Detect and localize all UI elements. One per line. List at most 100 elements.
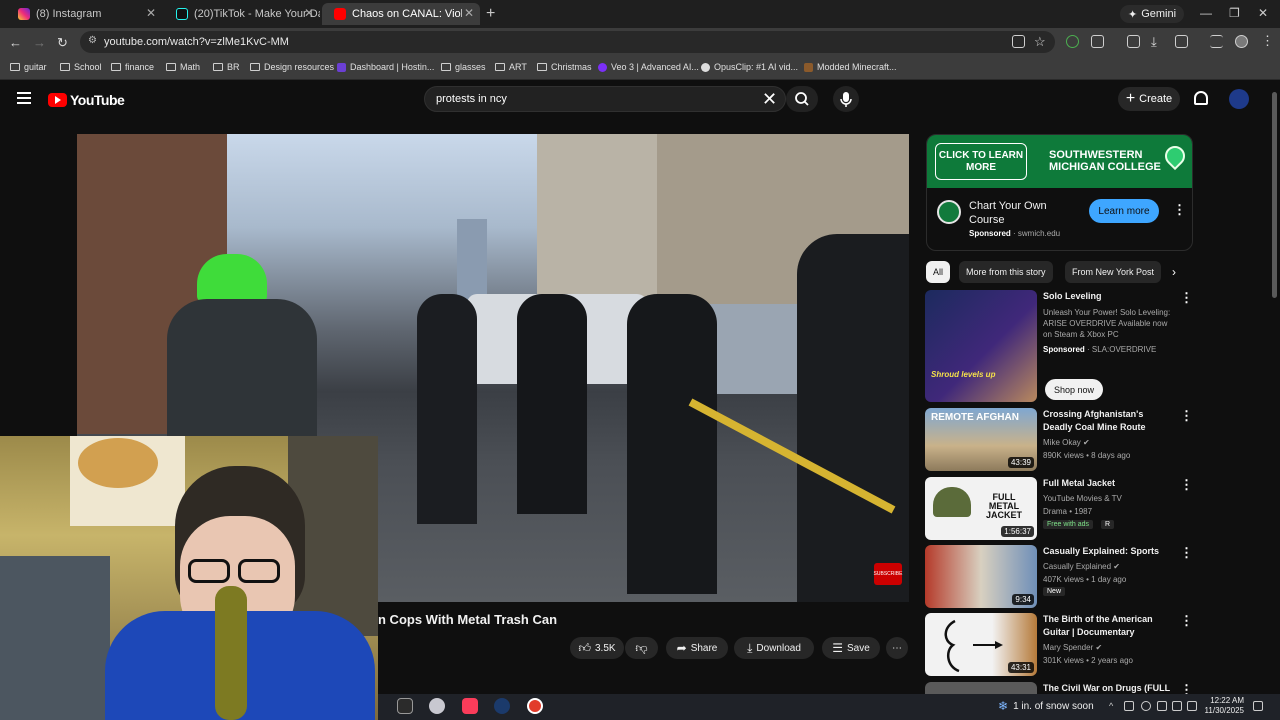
recommendation-menu-icon[interactable]: ⋮: [1180, 545, 1193, 561]
bookmark-finance[interactable]: finance: [111, 62, 154, 72]
recommendation-menu-icon[interactable]: ⋮: [1180, 477, 1193, 493]
recommendation-title[interactable]: Crossing Afghanistan's Deadly Coal Mine …: [1043, 408, 1175, 434]
minimize-icon[interactable]: —: [1200, 6, 1212, 20]
bookmark-guitar[interactable]: guitar: [10, 62, 47, 72]
tray-app-icon[interactable]: [1124, 701, 1134, 711]
favorites-icon[interactable]: [1127, 35, 1140, 48]
notifications-icon[interactable]: [1253, 701, 1263, 711]
notifications-bell-icon[interactable]: [1194, 91, 1208, 105]
chip-all[interactable]: All: [926, 261, 951, 283]
system-clock[interactable]: 12:22 AM 11/30/2025: [1200, 696, 1244, 716]
steam-icon[interactable]: [494, 698, 510, 714]
recommendation-title[interactable]: Solo Leveling: [1043, 290, 1175, 303]
weather-widget[interactable]: ❄ 1 in. of snow soon: [998, 699, 1094, 713]
address-bar[interactable]: ⚙ youtube.com/watch?v=zlMe1KvC-MM: [80, 31, 1055, 53]
recommendation-channel[interactable]: Mary Spender ✔: [1043, 642, 1175, 653]
menu-dots-icon[interactable]: ⋮: [1261, 33, 1274, 49]
youtube-logo[interactable]: YouTube: [48, 92, 125, 108]
ad-card[interactable]: CLICK TO LEARN MORE SOUTHWESTERN MICHIGA…: [926, 134, 1193, 251]
shop-now-button[interactable]: Shop now: [1045, 379, 1103, 400]
video-thumbnail[interactable]: [925, 682, 1037, 694]
ad-banner[interactable]: CLICK TO LEARN MORE SOUTHWESTERN MICHIGA…: [927, 135, 1192, 188]
close-window-icon[interactable]: ✕: [1258, 6, 1268, 20]
voice-search-button[interactable]: [833, 86, 859, 112]
forward-icon[interactable]: →: [33, 35, 46, 50]
recommendation-menu-icon[interactable]: ⋮: [1180, 682, 1190, 694]
video-thumbnail[interactable]: Shroud levels up: [925, 290, 1037, 402]
recommendation-item[interactable]: 9:34 Casually Explained: Sports Casually…: [925, 545, 1193, 608]
close-tab-icon[interactable]: ✕: [464, 6, 474, 20]
tray-app-icon[interactable]: [1141, 701, 1151, 711]
clear-search-icon[interactable]: ✕: [762, 89, 777, 110]
chevron-up-icon[interactable]: ^: [1109, 701, 1119, 711]
app-icon[interactable]: [429, 698, 445, 714]
browser-icon[interactable]: [527, 698, 543, 714]
bookmark-veo3[interactable]: Veo 3 | Advanced AI...: [598, 62, 699, 72]
volume-icon[interactable]: [1187, 701, 1197, 711]
recommendation-title[interactable]: Casually Explained: Sports: [1043, 545, 1175, 558]
bookmark-math[interactable]: Math: [166, 62, 200, 72]
recommendation-menu-icon[interactable]: ⋮: [1180, 290, 1193, 306]
learn-more-button[interactable]: Learn more: [1089, 199, 1159, 223]
bookmark-opusclip[interactable]: OpusClip: #1 AI vid...: [701, 62, 798, 72]
ad-banner-cta[interactable]: CLICK TO LEARN MORE: [935, 143, 1027, 180]
page-scrollbar[interactable]: [1272, 92, 1277, 298]
tab-tiktok[interactable]: (20)TikTok - Make Your Day ✕: [164, 3, 320, 25]
dislike-button[interactable]: 👎︎: [625, 637, 658, 659]
gemini-button[interactable]: ✦ Gemini: [1120, 5, 1185, 23]
ad-title[interactable]: Chart Your Own Course: [969, 199, 1069, 227]
recommendation-channel[interactable]: Casually Explained ✔: [1043, 561, 1175, 572]
recommendation-menu-icon[interactable]: ⋮: [1180, 613, 1193, 629]
video-thumbnail[interactable]: FULL METAL JACKET 1:56:37: [925, 477, 1037, 540]
extension-grammarly-icon[interactable]: [1066, 35, 1079, 48]
recommendation-item[interactable]: FULL METAL JACKET 1:56:37 Full Metal Jac…: [925, 477, 1193, 540]
save-button[interactable]: ☰ Save: [822, 637, 880, 659]
new-tab-button[interactable]: +: [486, 5, 495, 23]
music-icon[interactable]: [462, 698, 478, 714]
bookmark-design-resources[interactable]: Design resources: [250, 62, 334, 72]
tab-instagram[interactable]: (8) Instagram ✕: [6, 3, 162, 25]
bookmark-star-icon[interactable]: ☆: [1034, 34, 1046, 50]
download-icon[interactable]: ⤓: [1151, 34, 1157, 50]
search-input[interactable]: protests in ncy: [424, 86, 786, 112]
video-thumbnail[interactable]: REMOTE AFGHAN 43:39: [925, 408, 1037, 471]
recommendation-menu-icon[interactable]: ⋮: [1180, 408, 1193, 424]
back-icon[interactable]: ←: [9, 35, 22, 50]
chip-from-new-york-post[interactable]: From New York Post: [1065, 261, 1162, 283]
epic-games-icon[interactable]: [397, 698, 413, 714]
profile-icon[interactable]: [1235, 35, 1248, 48]
bookmark-school[interactable]: School: [60, 62, 102, 72]
bookmark-br[interactable]: BR: [213, 62, 240, 72]
subscribe-watermark[interactable]: SUBSCRIBE: [874, 563, 902, 585]
download-button[interactable]: ⤓ Download: [734, 637, 814, 659]
more-actions-button[interactable]: ⋯: [886, 637, 908, 659]
tray-app-icon[interactable]: [1157, 701, 1167, 711]
recommendation-channel[interactable]: YouTube Movies & TV: [1043, 493, 1175, 504]
chip-more-from-this-story[interactable]: More from this story: [959, 261, 1053, 283]
recommendation-title[interactable]: The Civil War on Drugs (FULL: [1043, 682, 1175, 694]
bookmark-modded-minecraft[interactable]: Modded Minecraft...: [804, 62, 897, 72]
search-button[interactable]: [786, 86, 818, 112]
bookmark-glasses[interactable]: glasses: [441, 62, 486, 72]
like-button[interactable]: 👍︎ 3.5K: [570, 637, 624, 659]
share-button[interactable]: ➦ Share: [666, 637, 728, 659]
site-info-icon[interactable]: ⚙: [88, 35, 97, 46]
close-tab-icon[interactable]: ✕: [304, 6, 314, 20]
recommendation-item[interactable]: REMOTE AFGHAN 43:39 Crossing Afghanistan…: [925, 408, 1193, 471]
tab-youtube-active[interactable]: Chaos on CANAL: Violent A ✕: [322, 3, 480, 25]
hamburger-menu-icon[interactable]: [17, 92, 31, 104]
wifi-icon[interactable]: [1172, 701, 1182, 711]
avatar[interactable]: [1229, 89, 1249, 109]
install-app-icon[interactable]: [1012, 35, 1025, 48]
maximize-icon[interactable]: ❐: [1229, 6, 1240, 20]
video-thumbnail[interactable]: 43:31: [925, 613, 1037, 676]
extensions-icon[interactable]: [1091, 35, 1104, 48]
recommendation-channel[interactable]: Mike Okay ✔: [1043, 437, 1175, 448]
bookmark-christmas[interactable]: Christmas: [537, 62, 592, 72]
bookmark-art[interactable]: ART: [495, 62, 527, 72]
recommendation-item[interactable]: 43:31 The Birth of the American Guitar |…: [925, 613, 1193, 676]
create-button[interactable]: + Create: [1118, 87, 1180, 111]
split-screen-icon[interactable]: [1175, 35, 1188, 48]
recommendation-item[interactable]: The Civil War on Drugs (FULL ⋮: [925, 682, 1190, 694]
reload-icon[interactable]: ↻: [57, 35, 68, 51]
